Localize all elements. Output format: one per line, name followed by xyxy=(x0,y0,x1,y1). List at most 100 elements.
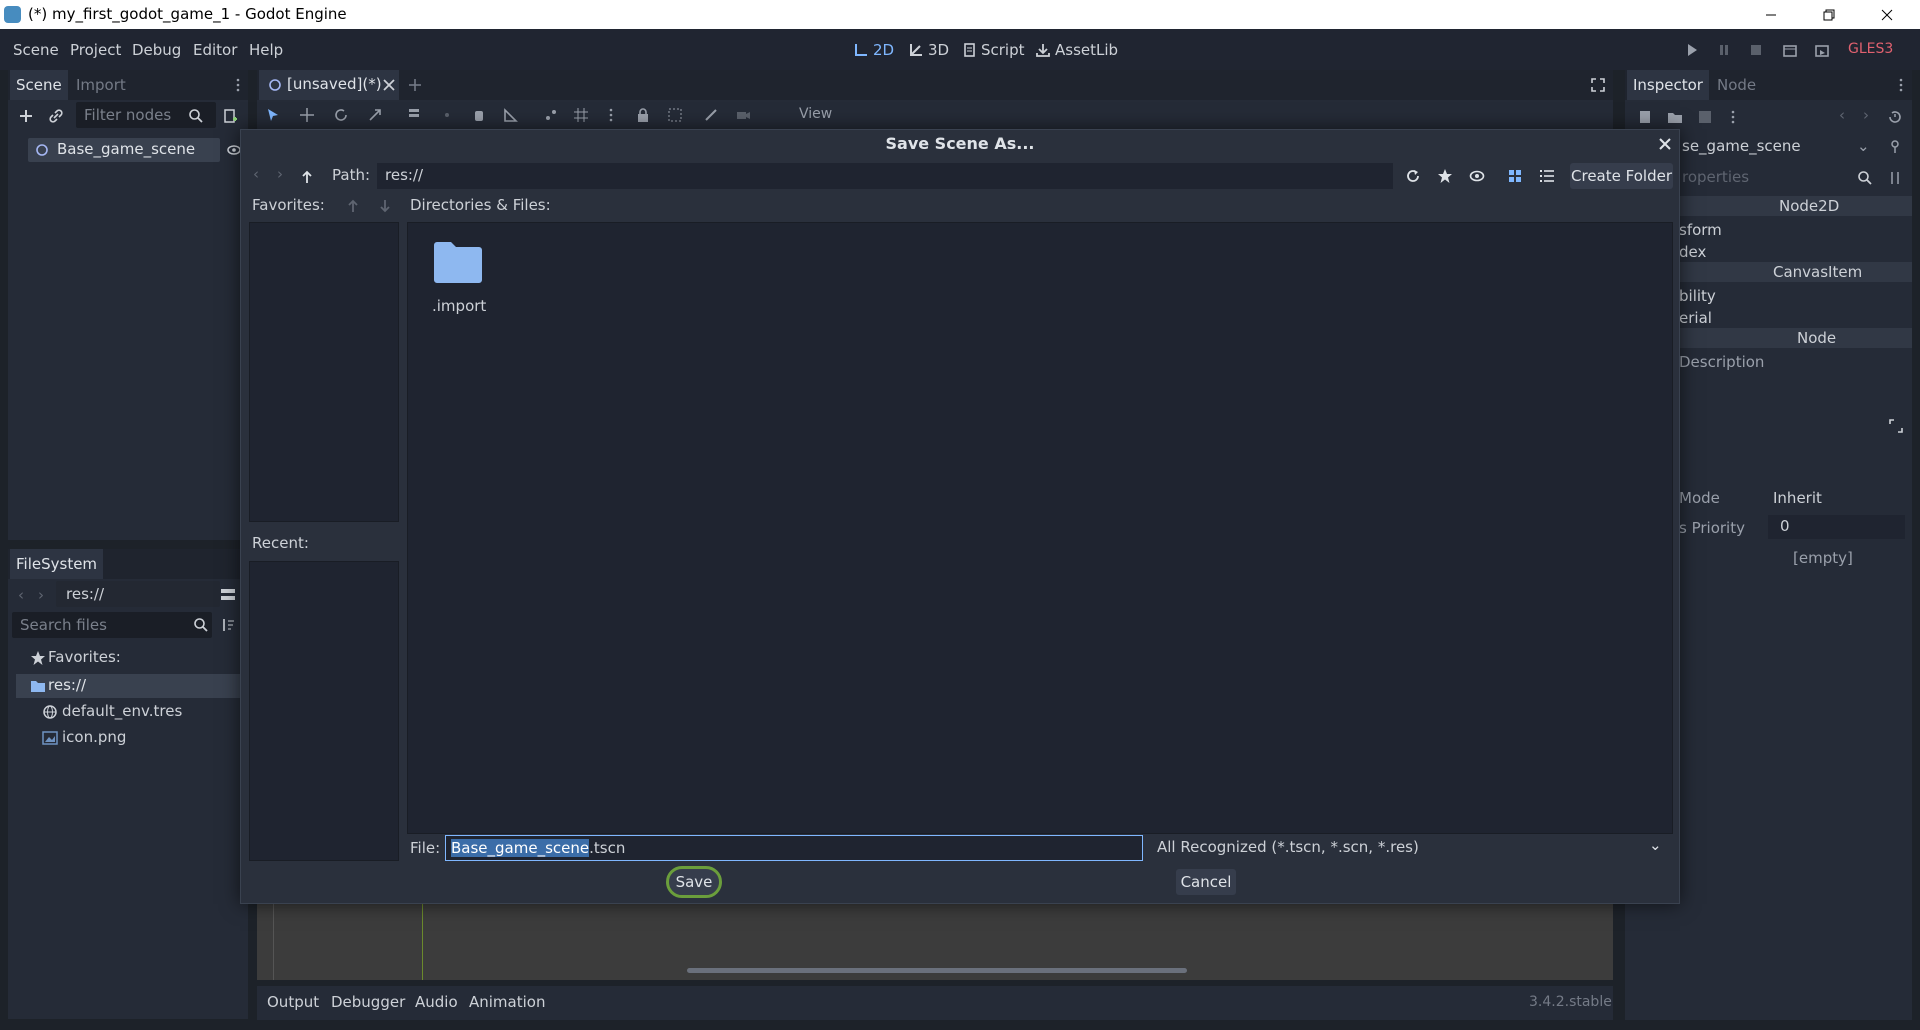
process-priority-spinbox[interactable]: 0 xyxy=(1768,515,1905,539)
tab-output[interactable]: Output xyxy=(267,993,319,1011)
move-up-icon[interactable] xyxy=(345,198,361,214)
menu-scene[interactable]: Scene xyxy=(13,41,59,59)
save-button[interactable]: Save xyxy=(666,866,722,898)
prop-visibility[interactable]: bility xyxy=(1679,287,1716,305)
menu-editor[interactable]: Editor xyxy=(193,41,237,59)
filesystem-path-input[interactable]: res:// xyxy=(56,581,220,607)
pan-tool-icon[interactable] xyxy=(471,107,487,123)
list-view-icon[interactable] xyxy=(1539,168,1555,184)
close-window-button[interactable] xyxy=(1858,0,1916,29)
new-tab-icon[interactable] xyxy=(407,77,423,93)
add-node-icon[interactable] xyxy=(18,108,34,124)
scene-tree-root[interactable]: Base_game_scene xyxy=(28,138,220,162)
close-tab-icon[interactable] xyxy=(381,77,397,93)
cancel-button[interactable]: Cancel xyxy=(1176,869,1236,895)
workspace-2d-button[interactable]: 2D xyxy=(853,41,894,59)
open-resource-icon[interactable] xyxy=(1667,109,1683,125)
tab-debugger[interactable]: Debugger xyxy=(331,993,405,1011)
path-input[interactable]: res:// xyxy=(377,163,1393,189)
inspector-object-name[interactable]: se_game_scene xyxy=(1682,137,1801,155)
camera-override-icon[interactable] xyxy=(735,107,751,123)
view-menu[interactable]: View xyxy=(799,106,832,122)
smart-snap-icon[interactable] xyxy=(543,107,559,123)
scene-tab[interactable]: [unsaved](*) xyxy=(259,70,399,100)
pivot-tool-icon[interactable] xyxy=(439,107,455,123)
workspace-script-button[interactable]: Script xyxy=(961,41,1025,59)
file-item-folder[interactable]: .import xyxy=(420,233,496,323)
pause-mode-select[interactable]: Inherit xyxy=(1773,489,1822,507)
search-files-input[interactable]: Search files xyxy=(12,612,212,638)
close-icon[interactable] xyxy=(1657,136,1673,152)
play-custom-scene-icon[interactable] xyxy=(1814,42,1830,58)
group-icon[interactable] xyxy=(667,107,683,123)
object-properties-icon[interactable] xyxy=(1887,139,1903,155)
play-scene-icon[interactable] xyxy=(1782,42,1798,58)
list-select-icon[interactable] xyxy=(407,107,423,123)
section-node2d[interactable]: Node2D xyxy=(1675,196,1912,216)
section-canvasitem[interactable]: CanvasItem xyxy=(1675,262,1912,282)
more-options-icon[interactable] xyxy=(1725,109,1741,125)
file-name-input[interactable]: Base_game_scene.tscn xyxy=(445,835,1143,861)
attach-script-icon[interactable] xyxy=(222,108,238,124)
tab-animation[interactable]: Animation xyxy=(469,993,545,1011)
sort-icon[interactable] xyxy=(220,617,236,633)
dock-menu-icon[interactable] xyxy=(1897,77,1913,93)
filter-properties-input[interactable]: roperties xyxy=(1682,168,1749,186)
show-hidden-icon[interactable] xyxy=(1469,168,1485,184)
favorites-list[interactable] xyxy=(249,222,399,522)
create-folder-button[interactable]: Create Folder xyxy=(1570,163,1673,189)
parent-folder-icon[interactable] xyxy=(299,169,315,185)
grid-snap-icon[interactable] xyxy=(573,107,589,123)
prop-transform[interactable]: sform xyxy=(1679,221,1722,239)
tab-node[interactable]: Node xyxy=(1711,70,1762,100)
tab-filesystem[interactable]: FileSystem xyxy=(10,549,104,579)
skeleton-icon[interactable] xyxy=(703,107,719,123)
ruler-tool-icon[interactable] xyxy=(503,107,519,123)
restore-button[interactable] xyxy=(1800,0,1858,29)
history-icon[interactable] xyxy=(1887,109,1903,125)
menu-project[interactable]: Project xyxy=(70,41,121,59)
pause-icon[interactable] xyxy=(1716,42,1732,58)
instance-scene-icon[interactable] xyxy=(48,108,64,124)
section-node[interactable]: Node xyxy=(1675,328,1912,348)
renderer-select[interactable]: GLES3 xyxy=(1848,41,1893,57)
file-filter-select[interactable]: All Recognized (*.tscn, *.scn, *.res) ⌄ xyxy=(1149,835,1673,861)
move-tool-icon[interactable] xyxy=(299,107,315,123)
tab-audio[interactable]: Audio xyxy=(415,993,458,1011)
select-tool-icon[interactable] xyxy=(265,107,281,123)
snap-options-icon[interactable] xyxy=(603,107,619,123)
expand-icon[interactable] xyxy=(1888,418,1904,434)
file-list[interactable]: .import xyxy=(407,222,1673,834)
horizontal-scrollbar[interactable] xyxy=(687,968,1187,973)
grid-view-icon[interactable] xyxy=(1507,168,1523,184)
fs-item-default-env[interactable]: default_env.tres xyxy=(62,702,182,720)
recent-list[interactable] xyxy=(249,561,399,861)
split-view-icon[interactable] xyxy=(220,587,236,603)
stop-icon[interactable] xyxy=(1748,42,1764,58)
tab-scene[interactable]: Scene xyxy=(10,70,68,100)
back-icon[interactable]: ‹ xyxy=(18,586,24,604)
prop-z-index[interactable]: dex xyxy=(1679,243,1706,261)
prop-editor-description[interactable]: Description xyxy=(1679,353,1764,371)
rotate-tool-icon[interactable] xyxy=(333,107,349,123)
tab-inspector[interactable]: Inspector xyxy=(1627,70,1709,100)
history-back-icon[interactable]: ‹ xyxy=(1839,106,1845,124)
dock-menu-icon[interactable] xyxy=(234,77,250,93)
menu-debug[interactable]: Debug xyxy=(132,41,181,59)
inspector-settings-icon[interactable] xyxy=(1887,170,1903,186)
prop-material[interactable]: erial xyxy=(1679,309,1712,327)
workspace-3d-button[interactable]: 3D xyxy=(908,41,949,59)
minimize-button[interactable] xyxy=(1742,0,1800,29)
chevron-down-icon[interactable]: ⌄ xyxy=(1857,137,1870,155)
play-icon[interactable] xyxy=(1684,42,1700,58)
back-icon[interactable]: ‹ xyxy=(253,165,259,183)
move-down-icon[interactable] xyxy=(377,198,393,214)
save-resource-icon[interactable] xyxy=(1697,109,1713,125)
tab-import[interactable]: Import xyxy=(70,70,132,100)
scale-tool-icon[interactable] xyxy=(367,107,383,123)
new-resource-icon[interactable] xyxy=(1637,109,1653,125)
fs-item-icon-png[interactable]: icon.png xyxy=(62,728,126,746)
refresh-icon[interactable] xyxy=(1405,168,1421,184)
history-forward-icon[interactable]: › xyxy=(1863,106,1869,124)
favorite-star-icon[interactable] xyxy=(1437,168,1453,184)
